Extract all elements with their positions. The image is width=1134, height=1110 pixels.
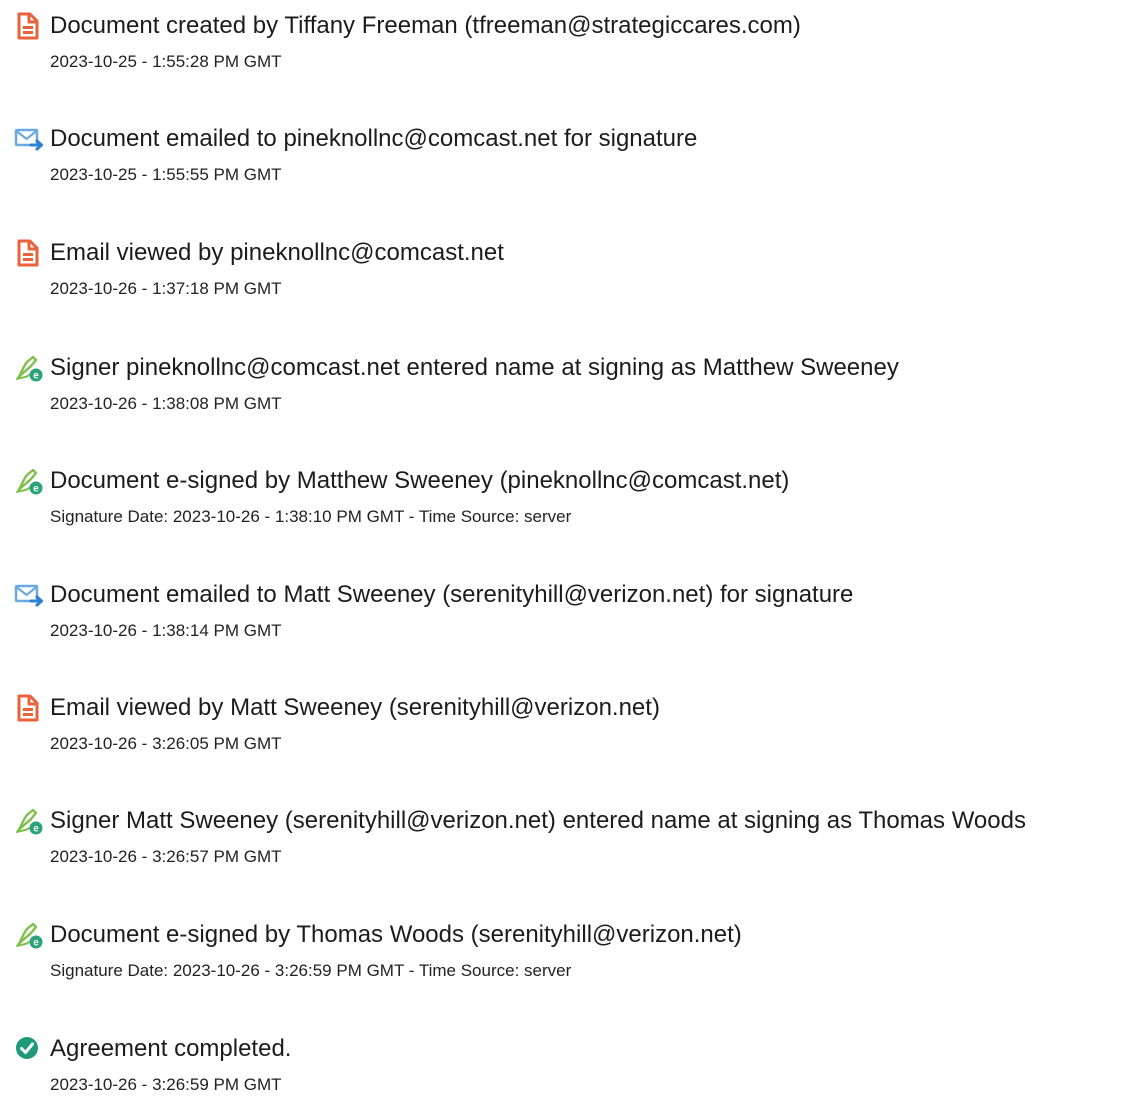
email-send-icon [14,580,44,610]
event-title: Email viewed by pineknollnc@comcast.net [50,239,504,266]
svg-text:e: e [33,371,39,382]
document-icon [14,693,44,723]
event-title: Document emailed to pineknollnc@comcast.… [50,125,698,152]
signature-pen-icon: e [14,466,44,496]
event-timestamp: 2023-10-26 - 1:38:14 PM GMT [50,621,282,640]
event-title: Signer Matt Sweeney (serenityhill@verizo… [50,807,1026,834]
event-signature-date: Signature Date: 2023-10-26 - 3:26:59 PM … [50,961,572,980]
event-title: Email viewed by Matt Sweeney (serenityhi… [50,694,660,721]
event-timestamp: 2023-10-26 - 3:26:59 PM GMT [50,1075,282,1094]
signature-pen-icon: e [14,920,44,950]
document-icon [14,11,44,41]
svg-text:e: e [33,484,39,495]
event-signature-date: Signature Date: 2023-10-26 - 1:38:10 PM … [50,507,572,526]
email-send-icon [14,124,44,154]
event-timestamp: 2023-10-25 - 1:55:28 PM GMT [50,52,282,71]
event-title: Agreement completed. [50,1035,292,1062]
event-timestamp: 2023-10-26 - 1:38:08 PM GMT [50,394,282,413]
check-circle-icon [14,1034,44,1064]
event-title: Document e-signed by Matthew Sweeney (pi… [50,467,790,494]
event-timestamp: 2023-10-26 - 1:37:18 PM GMT [50,279,282,298]
event-title: Document e-signed by Thomas Woods (seren… [50,921,742,948]
event-title: Signer pineknollnc@comcast.net entered n… [50,354,899,381]
event-title: Document emailed to Matt Sweeney (sereni… [50,581,854,608]
document-icon [14,238,44,268]
event-timestamp: 2023-10-26 - 3:26:57 PM GMT [50,847,282,866]
event-timestamp: 2023-10-26 - 3:26:05 PM GMT [50,734,282,753]
signature-pen-icon: e [14,806,44,836]
signature-pen-icon: e [14,353,44,383]
svg-text:e: e [33,938,39,949]
event-timestamp: 2023-10-25 - 1:55:55 PM GMT [50,165,282,184]
event-title: Document created by Tiffany Freeman (tfr… [50,12,801,39]
svg-text:e: e [33,824,39,835]
